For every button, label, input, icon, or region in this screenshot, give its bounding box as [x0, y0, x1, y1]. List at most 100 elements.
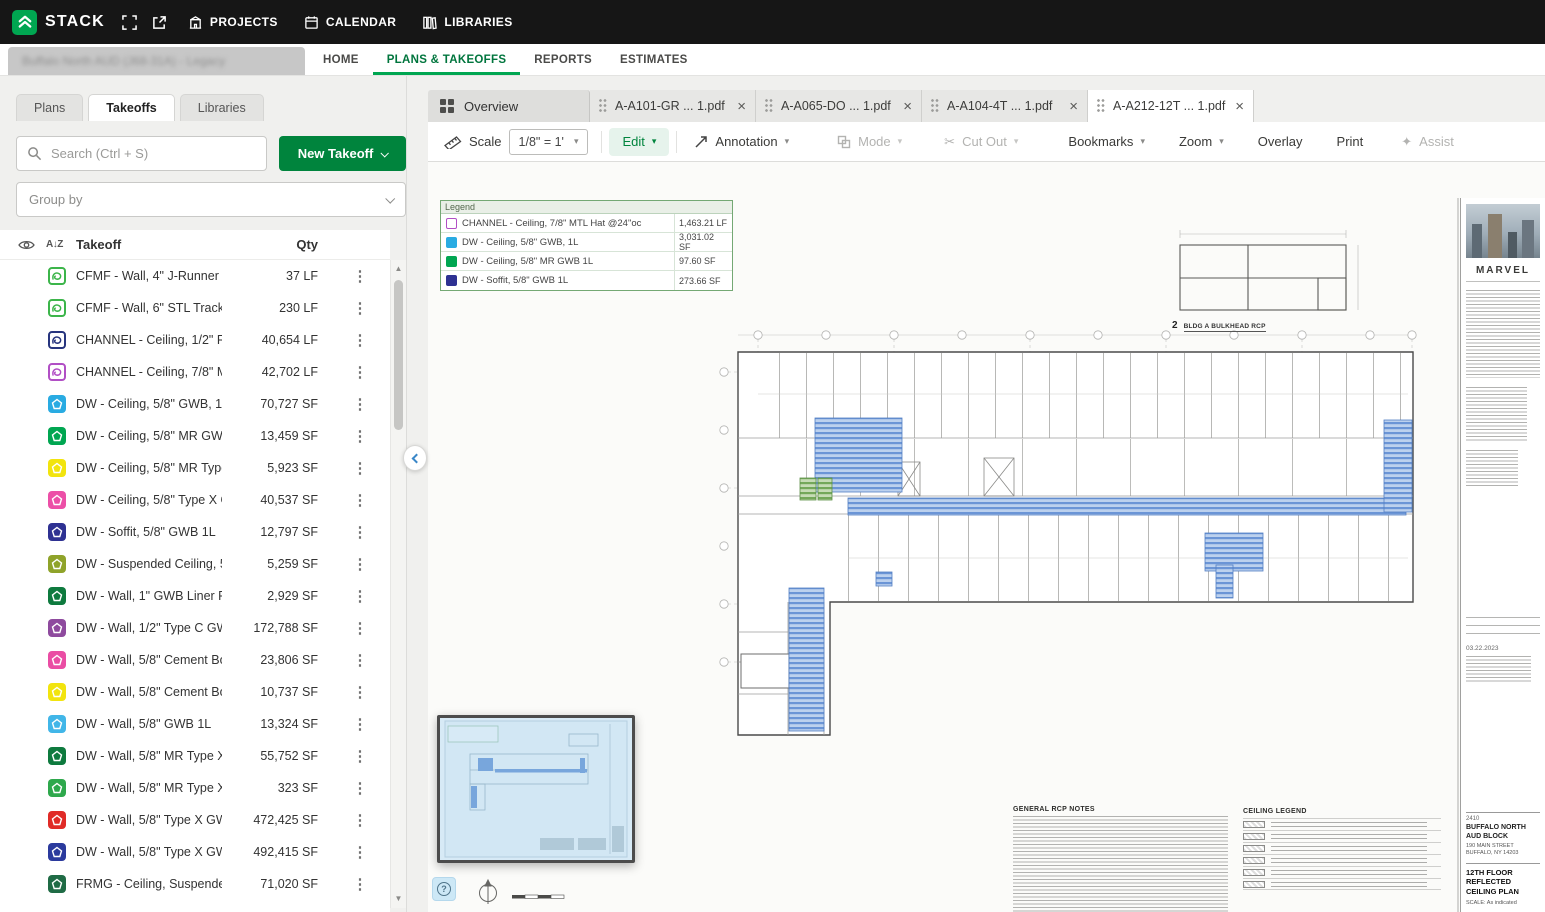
document-tab[interactable]: A-A101-GR ... 1.pdf ×	[590, 90, 756, 122]
sort-az-icon[interactable]: A↓Z	[46, 239, 70, 250]
drag-handle-icon[interactable]	[599, 98, 608, 114]
takeoff-list-item[interactable]: DW - Wall, 1/2" Type C GWB... 172,788 SF…	[0, 612, 390, 644]
kebab-menu-icon[interactable]: ⋮	[348, 267, 372, 285]
kebab-menu-icon[interactable]: ⋮	[348, 555, 372, 573]
takeoff-list-item[interactable]: DW - Wall, 5/8" Cement Boar... 10,737 SF…	[0, 676, 390, 708]
sidebar-collapse-button[interactable]	[403, 445, 427, 471]
scroll-up-icon[interactable]: ▲	[391, 262, 406, 276]
kebab-menu-icon[interactable]: ⋮	[348, 619, 372, 637]
kebab-menu-icon[interactable]: ⋮	[348, 811, 372, 829]
project-nav-tab[interactable]: ESTIMATES	[606, 44, 702, 75]
takeoff-sidebar: Plans Takeoffs Libraries New Takeoff Gro…	[0, 76, 407, 912]
external-link-icon[interactable]	[145, 7, 175, 37]
kebab-menu-icon[interactable]: ⋮	[348, 459, 372, 477]
kebab-menu-icon[interactable]: ⋮	[348, 651, 372, 669]
project-tab-label: Buffalo North AUD (J68-31A) - Legacy	[22, 54, 226, 68]
sidebar-tab[interactable]: Libraries	[179, 94, 264, 121]
kebab-menu-icon[interactable]: ⋮	[348, 747, 372, 765]
kebab-menu-icon[interactable]: ⋮	[348, 779, 372, 797]
takeoff-list-item[interactable]: DW - Wall, 5/8" MR Type X ... 55,752 SF …	[0, 740, 390, 772]
takeoff-list-item[interactable]: CHANNEL - Ceiling, 1/2" Res... 40,654 LF…	[0, 324, 390, 356]
takeoff-qty: 5,259 SF	[267, 557, 318, 571]
nav-calendar[interactable]: CALENDAR	[291, 0, 410, 44]
bookmarks-button[interactable]: Bookmarks ▾	[1058, 128, 1155, 156]
sidebar-tab[interactable]: Takeoffs	[88, 94, 175, 121]
kebab-menu-icon[interactable]: ⋮	[348, 395, 372, 413]
takeoff-list-item[interactable]: DW - Soffit, 5/8" GWB 1L 12,797 SF ⋮	[0, 516, 390, 548]
nav-libraries[interactable]: LIBRARIES	[409, 0, 525, 44]
search-input[interactable]	[51, 146, 256, 161]
mode-label: Mode	[858, 134, 891, 149]
close-tab-icon[interactable]: ×	[903, 98, 912, 115]
drag-handle-icon[interactable]	[1097, 98, 1106, 114]
print-button[interactable]: Print	[1327, 128, 1374, 156]
scale-select[interactable]: 1/8" = 1' ▾	[508, 128, 589, 155]
visibility-eye-icon[interactable]	[18, 239, 40, 251]
project-nav-tab[interactable]: HOME	[309, 44, 373, 75]
project-nav-tab[interactable]: REPORTS	[520, 44, 606, 75]
kebab-menu-icon[interactable]: ⋮	[348, 843, 372, 861]
kebab-menu-icon[interactable]: ⋮	[348, 875, 372, 893]
kebab-menu-icon[interactable]: ⋮	[348, 715, 372, 733]
kebab-menu-icon[interactable]: ⋮	[348, 683, 372, 701]
close-tab-icon[interactable]: ×	[1235, 98, 1244, 115]
chevron-down-icon	[380, 148, 390, 158]
overlay-button[interactable]: Overlay	[1248, 128, 1313, 156]
plan-canvas[interactable]: Legend CHANNEL - Ceiling, 7/8" MTL Hat @…	[428, 162, 1545, 912]
takeoff-list-item[interactable]: DW - Wall, 5/8" Cement Boa... 23,806 SF …	[0, 644, 390, 676]
document-tab[interactable]: A-A212-12T ... 1.pdf ×	[1088, 90, 1254, 122]
takeoff-list-item[interactable]: CFMF - Wall, 6" STL Track 230 LF ⋮	[0, 292, 390, 324]
overview-tab[interactable]: Overview	[428, 90, 590, 122]
sheet-scale-note: SCALE: As indicated	[1466, 900, 1517, 906]
document-tab-label: A-A104-4T ... 1.pdf	[947, 99, 1053, 113]
drag-handle-icon[interactable]	[931, 98, 940, 114]
stack-logo[interactable]: STACK	[12, 9, 105, 35]
takeoff-list-item[interactable]: DW - Ceiling, 5/8" MR GWB 1L 13,459 SF ⋮	[0, 420, 390, 452]
revision-table	[1466, 616, 1540, 641]
new-takeoff-button[interactable]: New Takeoff	[279, 136, 406, 171]
kebab-menu-icon[interactable]: ⋮	[348, 587, 372, 605]
kebab-menu-icon[interactable]: ⋮	[348, 299, 372, 317]
expand-icon[interactable]	[115, 7, 145, 37]
scroll-down-icon[interactable]: ▼	[391, 892, 406, 906]
takeoff-list-item[interactable]: FRMG - Ceiling, Suspended... 71,020 SF ⋮	[0, 868, 390, 900]
sidebar-scrollbar[interactable]: ▲ ▼	[390, 260, 406, 908]
drag-handle-icon[interactable]	[765, 98, 774, 114]
takeoff-list-item[interactable]: DW - Wall, 5/8" Type X GW... 472,425 SF …	[0, 804, 390, 836]
edit-mode-button[interactable]: Edit ▾	[609, 127, 670, 156]
close-tab-icon[interactable]: ×	[1069, 98, 1078, 115]
kebab-menu-icon[interactable]: ⋮	[348, 363, 372, 381]
takeoff-list-item[interactable]: DW - Ceiling, 5/8" MR Type X... 5,923 SF…	[0, 452, 390, 484]
scrollbar-thumb[interactable]	[394, 280, 403, 430]
zoom-button[interactable]: Zoom ▾	[1169, 128, 1234, 156]
project-nav-tab[interactable]: PLANS & TAKEOFFS	[373, 44, 521, 75]
takeoff-list-item[interactable]: DW - Ceiling, 5/8" GWB, 1L 70,727 SF ⋮	[0, 388, 390, 420]
grid-icon	[440, 99, 454, 113]
takeoff-list-item[interactable]: DW - Wall, 5/8" MR Type X GW... 323 SF ⋮	[0, 772, 390, 804]
takeoff-list-item[interactable]: DW - Suspended Ceiling, 5/8... 5,259 SF …	[0, 548, 390, 580]
document-tab[interactable]: A-A065-DO ... 1.pdf ×	[756, 90, 922, 122]
group-by-select[interactable]: Group by	[16, 182, 406, 217]
project-section-tabs: HOME PLANS & TAKEOFFS REPORTS ESTIMATES	[309, 44, 702, 75]
kebab-menu-icon[interactable]: ⋮	[348, 523, 372, 541]
takeoff-qty: 23,806 SF	[260, 653, 318, 667]
sidebar-tab[interactable]: Plans	[16, 94, 84, 121]
minimap-thumbnail[interactable]	[437, 715, 635, 863]
kebab-menu-icon[interactable]: ⋮	[348, 491, 372, 509]
kebab-menu-icon[interactable]: ⋮	[348, 331, 372, 349]
takeoff-legend[interactable]: Legend CHANNEL - Ceiling, 7/8" MTL Hat @…	[440, 200, 733, 291]
takeoff-list-item[interactable]: DW - Wall, 5/8" Type X GW... 492,415 SF …	[0, 836, 390, 868]
help-button[interactable]: ?	[432, 877, 456, 901]
takeoff-list-item[interactable]: DW - Ceiling, 5/8" Type X G... 40,537 SF…	[0, 484, 390, 516]
placeholder-text-lines	[1466, 655, 1532, 684]
close-tab-icon[interactable]: ×	[737, 98, 746, 115]
nav-projects[interactable]: PROJECTS	[175, 0, 291, 44]
takeoff-list-item[interactable]: DW - Wall, 5/8" GWB 1L 13,324 SF ⋮	[0, 708, 390, 740]
project-tab[interactable]: Buffalo North AUD (J68-31A) - Legacy	[8, 47, 305, 75]
takeoff-list-item[interactable]: CHANNEL - Ceiling, 7/8" MT... 42,702 LF …	[0, 356, 390, 388]
document-tab[interactable]: A-A104-4T ... 1.pdf ×	[922, 90, 1088, 122]
takeoff-list-item[interactable]: CFMF - Wall, 4" J-Runner 37 LF ⋮	[0, 260, 390, 292]
takeoff-list-item[interactable]: DW - Wall, 1" GWB Liner Pane... 2,929 SF…	[0, 580, 390, 612]
annotation-button[interactable]: Annotation ▾	[684, 128, 799, 156]
kebab-menu-icon[interactable]: ⋮	[348, 427, 372, 445]
